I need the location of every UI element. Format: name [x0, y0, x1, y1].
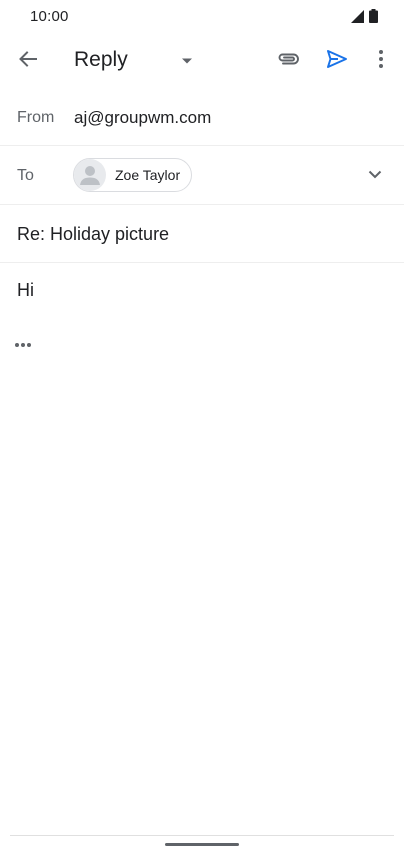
- more-options-button[interactable]: [368, 46, 394, 76]
- paperclip-icon: [276, 52, 300, 71]
- compose-toolbar: Reply: [0, 34, 404, 88]
- send-icon: [326, 49, 348, 74]
- subject-field[interactable]: Re: Holiday picture: [17, 224, 169, 245]
- from-value[interactable]: aj@groupwm.com: [74, 108, 211, 128]
- from-label: From: [17, 109, 55, 126]
- status-icons: [351, 9, 378, 28]
- from-row[interactable]: From aj@groupwm.com: [0, 88, 404, 146]
- dropdown-triangle-icon: [181, 52, 193, 70]
- to-row[interactable]: To Zoe Taylor: [0, 146, 404, 205]
- status-time: 10:00: [30, 8, 69, 25]
- person-avatar-icon: [74, 159, 106, 191]
- more-horiz-icon: [14, 335, 32, 353]
- to-label: To: [17, 167, 34, 184]
- compose-reply-screen: 10:00 Reply From aj@groupwm.com To Zoe T…: [0, 0, 404, 852]
- recipient-name: Zoe Taylor: [115, 167, 181, 183]
- more-vert-icon: [378, 49, 384, 74]
- subject-row[interactable]: Re: Holiday picture: [0, 205, 404, 263]
- show-quoted-text-button[interactable]: [14, 336, 38, 352]
- recipient-chip[interactable]: Zoe Taylor: [73, 158, 193, 192]
- chevron-down-icon: [368, 166, 382, 184]
- arrow-back-icon: [18, 49, 38, 74]
- status-bar: 10:00: [0, 0, 404, 34]
- nav-divider: [10, 835, 394, 836]
- battery-icon: [369, 9, 378, 28]
- expand-recipients-button[interactable]: [364, 164, 386, 186]
- back-button[interactable]: [14, 47, 42, 75]
- reply-type-dropdown[interactable]: [176, 50, 198, 72]
- gesture-nav-handle[interactable]: [165, 843, 239, 846]
- signal-icon: [351, 9, 365, 28]
- body-field[interactable]: Hi: [17, 280, 34, 301]
- attach-button[interactable]: [272, 46, 304, 76]
- toolbar-title[interactable]: Reply: [74, 48, 128, 72]
- send-button[interactable]: [322, 46, 352, 76]
